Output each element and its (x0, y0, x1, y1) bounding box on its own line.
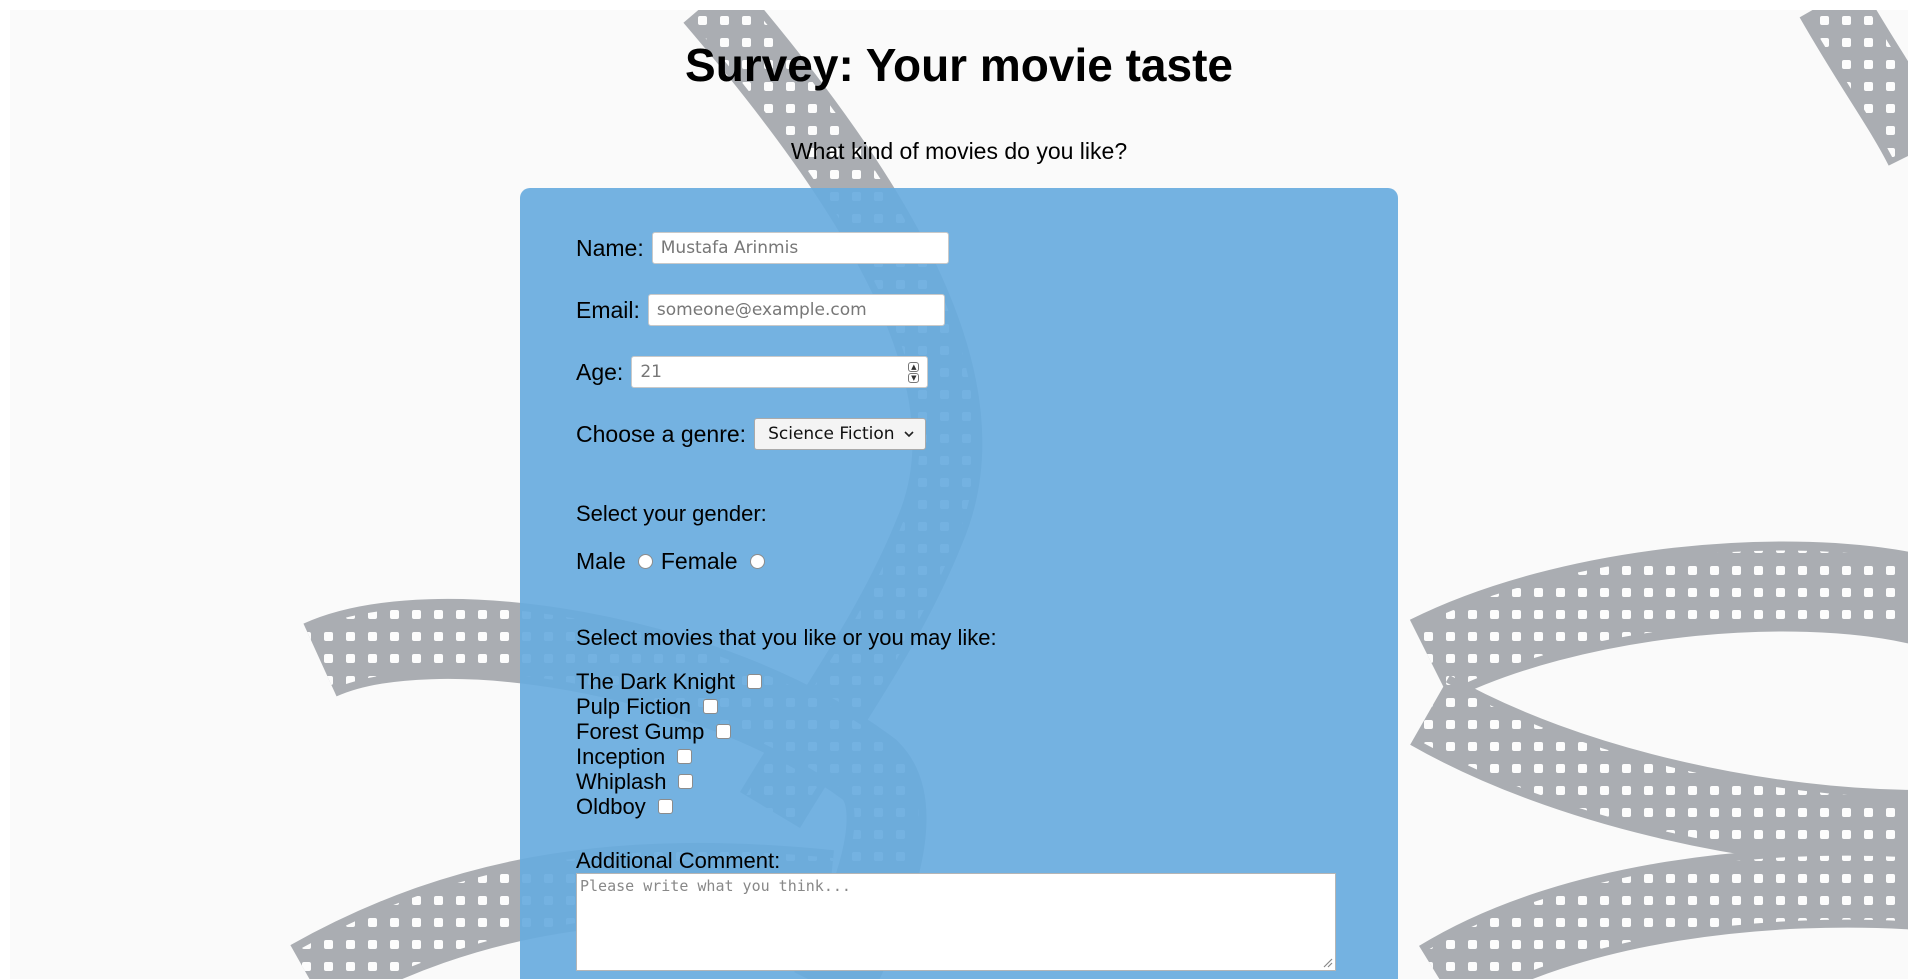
movie-checkbox-forest-gump[interactable] (716, 724, 732, 739)
comment-placeholder: Please write what you think... (580, 877, 851, 895)
age-label: Age: (576, 358, 624, 385)
list-item: The Dark Knight (576, 669, 762, 694)
movie-checkbox-the-dark-knight[interactable] (746, 674, 762, 689)
age-value: 21 (640, 362, 662, 382)
page-subtitle: What kind of movies do you like? (790, 138, 1128, 164)
spinner-up-icon[interactable]: ▲ (908, 362, 920, 372)
age-field-row: Age: 21 ▲ ▼ (576, 356, 929, 388)
spinner-down-icon[interactable]: ▼ (908, 373, 920, 383)
name-label: Name: (576, 234, 644, 261)
movie-label: Inception (576, 744, 666, 769)
email-label: Email: (576, 296, 640, 323)
genre-label: Choose a genre: (576, 420, 747, 447)
list-item: Inception (576, 744, 762, 769)
comment-textarea[interactable]: Please write what you think... (576, 873, 1336, 971)
gender-options: Male Female (576, 548, 765, 575)
movie-checkbox-pulp-fiction[interactable] (702, 699, 718, 714)
page-title: Survey: Your movie taste (685, 39, 1233, 91)
gender-option-male-label: Male (576, 548, 626, 574)
movie-checkbox-whiplash[interactable] (678, 774, 694, 789)
genre-selected-value: Science Fiction (768, 424, 895, 444)
email-field-row: Email: someone@example.com (576, 294, 945, 326)
gender-option-female-label: Female (660, 548, 738, 574)
movie-checkbox-inception[interactable] (677, 749, 693, 764)
genre-select[interactable]: Science Fiction (754, 418, 926, 450)
list-item: Oldboy (576, 794, 762, 819)
name-input[interactable]: Mustafa Arinmis (651, 232, 949, 264)
name-field-row: Name: Mustafa Arinmis (576, 232, 949, 264)
spinner-arrows-icon[interactable]: ▲ ▼ (908, 362, 920, 383)
email-input[interactable]: someone@example.com (647, 294, 945, 326)
movies-heading: Select movies that you like or you may l… (576, 625, 997, 650)
list-item: Pulp Fiction (576, 694, 762, 719)
gender-heading: Select your gender: (576, 501, 767, 526)
genre-field-row: Choose a genre: Science Fiction (576, 418, 926, 450)
gender-radio-female[interactable] (749, 554, 765, 569)
gender-radio-male[interactable] (637, 554, 653, 569)
chevron-down-icon (903, 431, 914, 438)
movie-checkbox-oldboy[interactable] (657, 799, 673, 814)
resize-handle-icon[interactable] (1321, 956, 1333, 968)
list-item: Forest Gump (576, 719, 762, 744)
movie-label: Whiplash (576, 769, 667, 794)
comment-label: Additional Comment: (576, 848, 781, 873)
list-item: Whiplash (576, 769, 762, 794)
page-background: Survey: Your movie taste What kind of mo… (10, 10, 1908, 979)
movie-label: Forest Gump (576, 719, 705, 744)
survey-form: Name: Mustafa Arinmis Email: someone@exa… (520, 188, 1398, 979)
movies-list: The Dark Knight Pulp Fiction Forest Gump… (576, 669, 762, 819)
age-input[interactable]: 21 ▲ ▼ (631, 356, 929, 388)
movie-label: Oldboy (576, 794, 646, 819)
movie-label: Pulp Fiction (576, 694, 691, 719)
movie-label: The Dark Knight (576, 669, 735, 694)
